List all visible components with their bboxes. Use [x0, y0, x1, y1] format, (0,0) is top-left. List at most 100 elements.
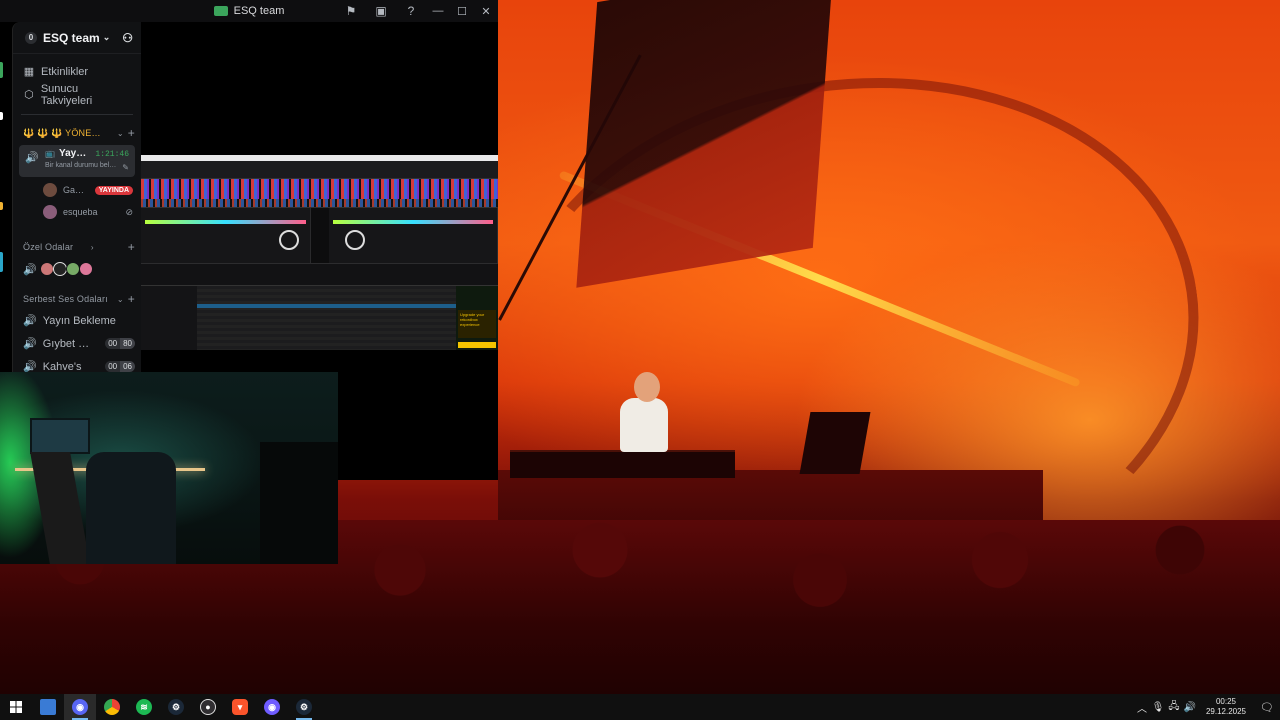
start-button[interactable] [0, 694, 32, 720]
mixer [310, 208, 329, 263]
desktop: ESQ team ⚑ ▣ ? — ☐ ✕ 0 ESQ team ⌄ ⚇ ▦ Et… [0, 0, 1280, 720]
category-admin-label: 🔱 🔱 🔱 YÖNE… [23, 127, 101, 138]
jog-wheel-icon [344, 230, 365, 250]
deck-1 [141, 208, 311, 263]
voice-channel-giybet[interactable]: 🔊 Gıybet … 00 80 [13, 332, 141, 355]
selected-track [197, 304, 456, 308]
user-limit: 06 [120, 361, 135, 372]
events-link[interactable]: ▦ Etkinlikler [13, 60, 141, 83]
title-bar-actions: ⚑ ▣ ? — ☐ ✕ [336, 0, 498, 22]
user-count: 00 [105, 361, 121, 372]
rekordbox-upgrade-panel: Upgrade your rekordbox experience [456, 286, 498, 350]
rekordbox-fx-panel [141, 263, 498, 285]
deck-2 [329, 208, 498, 263]
close-button[interactable]: ✕ [474, 0, 498, 22]
add-channel-icon[interactable]: + [128, 126, 135, 140]
taskbar-brave[interactable]: ▾ [224, 694, 256, 720]
taskbar-obs[interactable]: ● [192, 694, 224, 720]
taskbar-spotify[interactable]: ≋ [128, 694, 160, 720]
taskbar-file-explorer[interactable] [32, 694, 64, 720]
upgrade-text: Upgrade your rekordbox experience [458, 310, 496, 338]
system-tray: ︿ 🎙 🖧 🔊 00:25 29.12.2025 🗨 [1134, 694, 1280, 720]
minimize-button[interactable]: — [426, 0, 450, 22]
title-bar[interactable]: ESQ team ⚑ ▣ ? — ☐ ✕ [0, 0, 498, 22]
obs-icon: ● [200, 699, 216, 715]
voice-channel-label: Gıybet … [42, 337, 90, 350]
avatar [39, 262, 54, 276]
waving-flag [576, 0, 834, 288]
edit-icon[interactable]: ✎ [122, 163, 129, 172]
active-voice-label: Yay… [58, 148, 87, 159]
screen-share-icon[interactable]: ▣ [366, 0, 396, 22]
flag-icon[interactable]: ⚑ [336, 0, 366, 22]
live-badge: YAYINDA [94, 185, 133, 195]
taskbar-discord-ptb[interactable]: ◉ [256, 694, 288, 720]
rekordbox-track-list [197, 286, 456, 350]
tv-icon: 📺 [45, 149, 55, 158]
rekordbox-waveform-overview [141, 199, 498, 207]
file-explorer-icon [40, 699, 56, 715]
member-name: esqueba [63, 207, 98, 217]
chevron-up-icon[interactable]: ︿ [1134, 700, 1150, 715]
steam-icon: ⚙ [168, 699, 184, 715]
stage-speaker [799, 412, 871, 474]
taskbar: ◉ ≋ ⚙ ● ▾ ◉ ⚙ ︿ 🎙 🖧 🔊 00:25 29.12.2025 🗨 [0, 694, 1280, 720]
server-indicator [0, 252, 3, 272]
taskbar-discord[interactable]: ◉ [64, 694, 96, 720]
private-room-members[interactable]: 🔊 [13, 257, 141, 281]
doorway [260, 442, 338, 564]
microphone-icon[interactable]: 🎙 [1150, 702, 1166, 713]
voice-channel-label: Kahve's [42, 360, 82, 373]
server-boosts-label: Sunucu Takviyeleri [40, 82, 93, 107]
category-admin[interactable]: 🔱 🔱 🔱 YÖNE… ⌄ + [13, 123, 141, 143]
volume-icon[interactable]: 🔊 [1182, 702, 1198, 713]
network-icon[interactable]: 🖧 [1166, 699, 1182, 716]
speaker-icon: 🔊 [25, 152, 39, 164]
gaming-chair [86, 452, 176, 564]
add-channel-icon[interactable]: + [128, 292, 135, 306]
clock[interactable]: 00:25 29.12.2025 [1204, 697, 1248, 717]
active-voice-channel[interactable]: 🔊 📺 Yay… 1:21:46 Bir kanal durumu bel… ✎ [19, 145, 135, 177]
taskbar-steam-2[interactable]: ⚙ [288, 694, 320, 720]
discord-icon: ◉ [72, 699, 88, 715]
rekordbox-waveform [141, 179, 498, 199]
avatar [65, 262, 80, 276]
dj-head [634, 372, 660, 402]
clock-date: 29.12.2025 [1205, 707, 1247, 716]
channel-status: Bir kanal durumu bel… [45, 162, 117, 169]
speaker-icon: 🔊 [23, 263, 37, 276]
avatar [43, 183, 57, 197]
chevron-down-icon: ⌄ [116, 294, 124, 304]
add-channel-icon[interactable]: + [128, 240, 135, 254]
voice-timer: 1:21:46 [95, 150, 129, 159]
notification-icon[interactable]: 🗨 [1254, 701, 1280, 714]
chevron-down-icon: ⌄ [102, 32, 111, 42]
deck-2-waveform [332, 220, 493, 224]
dj-body [620, 398, 668, 452]
category-private-rooms[interactable]: Özel Odalar › + [13, 237, 141, 257]
add-user-icon[interactable]: ⚇ [122, 31, 133, 45]
events-label: Etkinlikler [41, 65, 89, 78]
taskbar-steam[interactable]: ⚙ [160, 694, 192, 720]
rekordbox-decks [141, 207, 498, 263]
help-icon[interactable]: ? [396, 0, 426, 22]
room-monitor [30, 418, 90, 454]
server-header[interactable]: 0 ESQ team ⌄ ⚇ [13, 22, 141, 54]
voice-member[interactable]: Ga… YAYINDA [13, 179, 141, 201]
upgrade-button [458, 342, 496, 348]
user-count: 00 [105, 338, 121, 349]
category-free-voice[interactable]: Serbest Ses Odaları ⌄ + [13, 289, 141, 309]
server-indicator [0, 202, 3, 210]
brave-icon: ▾ [232, 699, 248, 715]
server-boosts-link[interactable]: ⬡ Sunucu Takviyeleri [13, 82, 141, 107]
server-badge: 0 [25, 31, 37, 44]
chevron-right-icon: › [90, 242, 94, 252]
voice-channel-yayin-bekleme[interactable]: 🔊 Yayın Bekleme [13, 309, 141, 332]
voice-member[interactable]: esqueba ⊘ [13, 201, 141, 223]
maximize-button[interactable]: ☐ [450, 0, 474, 22]
avatar [78, 262, 93, 276]
jog-wheel-icon [279, 230, 299, 250]
screen-share-stream[interactable]: Upgrade your rekordbox experience [141, 155, 498, 350]
taskbar-chrome[interactable] [96, 694, 128, 720]
avatar [43, 205, 57, 219]
